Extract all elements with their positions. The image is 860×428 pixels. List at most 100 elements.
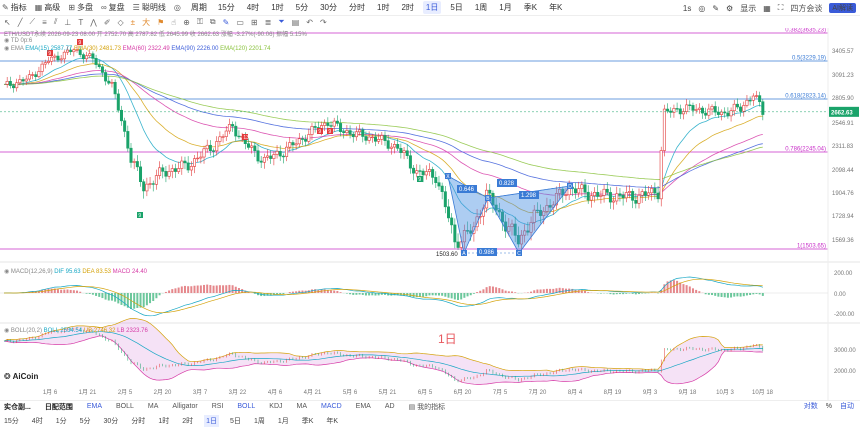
- period-button[interactable]: 季K: [300, 415, 316, 427]
- account-selector[interactable]: 四方会谈: [790, 3, 822, 14]
- period-tab[interactable]: 1日: [422, 1, 442, 14]
- period-button[interactable]: 30分: [102, 415, 121, 427]
- toolbar-item-聪明线[interactable]: ☰ 聪明线: [133, 2, 166, 13]
- lock-icon[interactable]: ⚿: [197, 17, 203, 27]
- period-button[interactable]: 年K: [324, 415, 340, 427]
- indicator-tab[interactable]: RSI: [212, 403, 224, 410]
- text-icon[interactable]: T: [78, 18, 83, 27]
- my-indicators[interactable]: ▤ 我的指标: [409, 402, 446, 412]
- macd-bar: [412, 293, 415, 298]
- redo-icon[interactable]: ↷: [320, 18, 327, 27]
- date-tick: 6月 5: [418, 389, 433, 396]
- period-tab[interactable]: 1周: [472, 1, 490, 14]
- candle-body: [488, 189, 492, 194]
- line-icon[interactable]: ╱: [18, 18, 23, 27]
- period-button[interactable]: 1周: [252, 415, 267, 427]
- period-button[interactable]: 1月: [276, 415, 291, 427]
- period-button[interactable]: 分时: [129, 415, 147, 427]
- log-scale-toggle[interactable]: 对数: [804, 401, 818, 411]
- macd-bar: [136, 293, 139, 308]
- brush-icon[interactable]: ✐: [104, 18, 111, 27]
- indicator-tab[interactable]: MACD: [321, 403, 342, 410]
- brush-tool-icon[interactable]: ✎: [223, 18, 230, 27]
- period-tab[interactable]: 年K: [546, 1, 565, 14]
- period-button[interactable]: 15分: [2, 415, 21, 427]
- eraser-icon[interactable]: ◇: [118, 18, 124, 27]
- undo-icon[interactable]: ↶: [306, 18, 313, 27]
- grid-icon[interactable]: ▦: [763, 4, 771, 13]
- fullscreen-icon[interactable]: ⛶: [778, 3, 784, 13]
- percent-toggle[interactable]: %: [826, 403, 832, 410]
- period-tab[interactable]: 季K: [521, 1, 540, 14]
- hand-icon[interactable]: ☝: [171, 18, 176, 27]
- period-tab[interactable]: 30分: [317, 1, 340, 14]
- indicator-tab[interactable]: Alligator: [172, 403, 197, 410]
- period-label[interactable]: 周期: [191, 2, 207, 13]
- fib-icon[interactable]: ≡: [42, 18, 47, 27]
- edit-icon[interactable]: ✎: [712, 4, 719, 13]
- period-tab[interactable]: 1月: [496, 1, 514, 14]
- measure-icon[interactable]: ⊥: [64, 18, 71, 27]
- grid-toggle-icon[interactable]: ⊞: [251, 18, 258, 27]
- period-tab[interactable]: 2时: [398, 1, 416, 14]
- text-tool-icon[interactable]: ≣: [265, 18, 272, 27]
- indicator-tab[interactable]: AD: [385, 403, 395, 410]
- indicator-tab[interactable]: EMA: [356, 403, 371, 410]
- period-button[interactable]: 5分: [78, 415, 93, 427]
- candle-body: [294, 143, 298, 146]
- toolbar-item-复盘[interactable]: ∞ 复盘: [101, 2, 125, 13]
- settings-icon[interactable]: ⚙: [726, 4, 733, 13]
- magnet-icon[interactable]: ±: [131, 18, 135, 27]
- toolbar-item-指标[interactable]: ✎ 指标: [2, 2, 27, 13]
- toolbar-item-多盘[interactable]: ⊞ 多盘: [68, 2, 93, 13]
- toolbar-item-高级[interactable]: ▦ 高级: [35, 2, 61, 13]
- stack-icon[interactable]: ▤: [292, 18, 300, 27]
- period-tab[interactable]: 分时: [346, 1, 368, 14]
- indicator-tab[interactable]: KDJ: [269, 403, 282, 410]
- channel-icon[interactable]: ⫽: [54, 17, 58, 27]
- zoom-icon[interactable]: ⊕: [183, 18, 190, 27]
- ratio-label: 0.646: [459, 187, 475, 193]
- macd-bar: [609, 293, 612, 295]
- indicator-tab[interactable]: MA: [297, 403, 308, 410]
- font-icon[interactable]: 大: [142, 17, 150, 28]
- copy-icon[interactable]: ⧉: [210, 17, 216, 27]
- ai-badge[interactable]: AI解读: [829, 3, 856, 13]
- toolbar-item-glasses-icon[interactable]: ◎: [174, 2, 183, 13]
- camera-icon[interactable]: ◎: [698, 4, 705, 13]
- indicator-tab[interactable]: MA: [148, 403, 159, 410]
- ray-icon[interactable]: ⟋: [30, 17, 36, 27]
- period-tab[interactable]: 5日: [447, 1, 465, 14]
- period-button[interactable]: 1时: [156, 415, 171, 427]
- macd-bar: [218, 285, 221, 293]
- draw-icon[interactable]: ⚑: [157, 18, 164, 27]
- display-button[interactable]: 显示: [740, 3, 756, 14]
- macd-bar: [279, 293, 282, 295]
- period-button[interactable]: 1日: [204, 414, 220, 427]
- period-button[interactable]: 1分: [54, 415, 69, 427]
- filter-icon[interactable]: ⏷: [278, 17, 284, 27]
- indicator-tab[interactable]: EMA: [87, 403, 102, 410]
- refresh-rate[interactable]: 1s: [683, 4, 691, 13]
- candlestick-chart[interactable]: 0.382(3635.23) 0.5(3229.19) 0.618(2823.14)…: [0, 28, 860, 400]
- period-button[interactable]: 4时: [30, 415, 45, 427]
- period-tab[interactable]: 15分: [215, 1, 238, 14]
- period-button[interactable]: 5日: [228, 415, 243, 427]
- fib-label: 0.618(2823.14): [785, 94, 826, 100]
- left-tab-1[interactable]: 实仓副...: [4, 402, 31, 412]
- period-button[interactable]: 2时: [180, 415, 195, 427]
- candle-body: [386, 140, 390, 149]
- indicator-tab[interactable]: BOLL: [237, 403, 255, 410]
- auto-scale-toggle[interactable]: 自动: [840, 401, 854, 411]
- period-tab[interactable]: 4时: [244, 1, 262, 14]
- period-tab[interactable]: 1时: [268, 1, 286, 14]
- indicator-tab[interactable]: BOLL: [116, 403, 134, 410]
- pattern-icon[interactable]: ⋀: [90, 18, 97, 27]
- candle-body: [335, 120, 339, 124]
- cursor-icon[interactable]: ↖: [4, 18, 11, 27]
- candle-body: [291, 142, 295, 146]
- measure-ruler-icon[interactable]: ▭: [236, 18, 244, 27]
- period-tab[interactable]: 5分: [293, 1, 311, 14]
- period-tab[interactable]: 1时: [374, 1, 392, 14]
- left-tab-2[interactable]: 日配范围: [45, 402, 73, 412]
